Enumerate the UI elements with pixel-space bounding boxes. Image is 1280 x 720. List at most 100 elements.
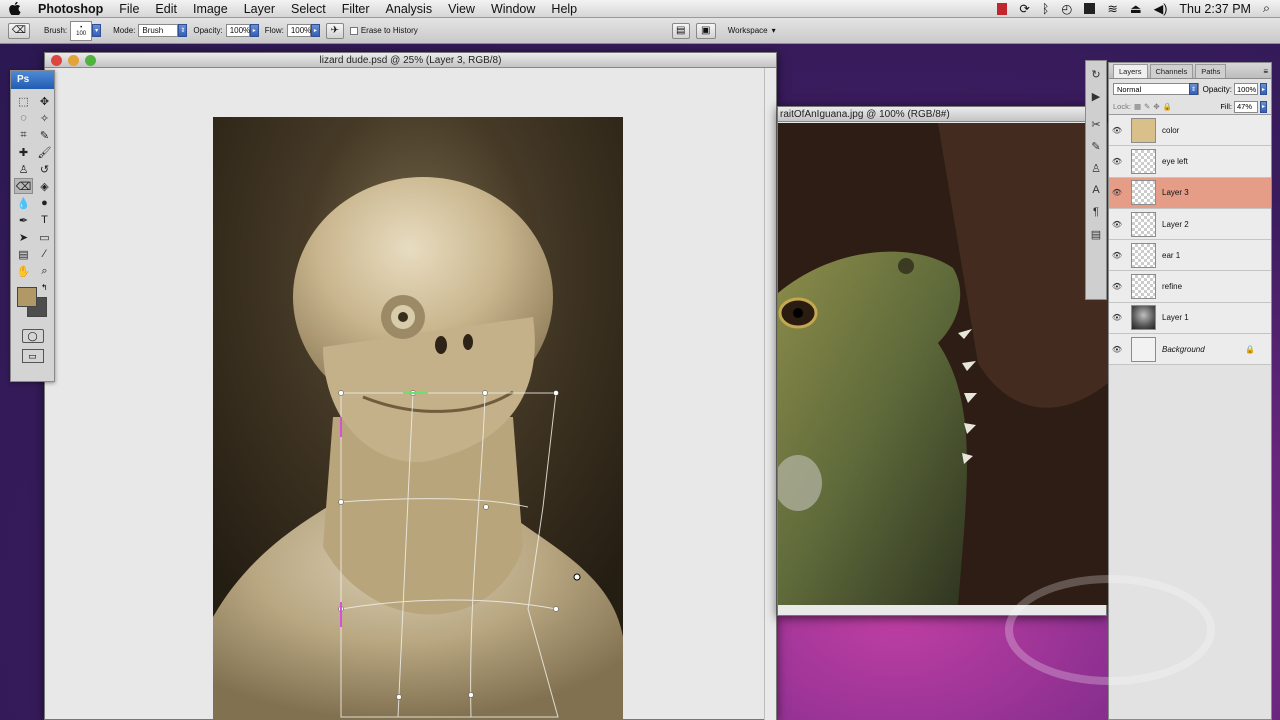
crop-tool-icon[interactable]: ⌗ [14,127,33,143]
workspace-menu[interactable]: Workspace ▾ [728,26,776,35]
lasso-tool-icon[interactable]: ◌ [14,110,33,126]
pen-tool-icon[interactable]: ✒ [14,212,33,228]
airbrush-icon[interactable]: ✈ [325,22,344,39]
clock[interactable]: Thu 2:37 PM [1179,2,1251,16]
mode-select[interactable]: Brush [138,24,179,37]
marquee-tool-icon[interactable]: ⬚ [14,93,33,109]
paragraph-panel-icon[interactable]: ¶ [1087,203,1105,221]
visibility-eye-icon[interactable]: 👁 [1109,345,1125,354]
time-machine-icon[interactable]: ◴ [1061,1,1072,16]
actions-panel-icon[interactable]: ▶ [1087,87,1105,105]
opacity-input[interactable]: 100% [225,24,250,37]
shape-tool-icon[interactable]: ▭ [35,229,54,245]
visibility-eye-icon[interactable]: 👁 [1109,220,1125,229]
visibility-eye-icon[interactable]: 👁 [1109,157,1125,166]
layer-row[interactable]: 👁 color [1109,115,1271,147]
menu-filter[interactable]: Filter [334,2,378,16]
eraser-tool-preset[interactable]: ⌫ [8,22,30,39]
screen-mode-button[interactable]: ▭ [11,349,54,363]
opacity-slider-icon[interactable]: ▸ [249,24,259,37]
visibility-eye-icon[interactable]: 👁 [1109,251,1125,260]
minimize-window-icon[interactable] [68,55,79,66]
layer-row[interactable]: 👁 Background 🔒 [1109,334,1271,366]
spaces-icon[interactable] [1084,3,1096,14]
hand-tool-icon[interactable]: ✋ [14,263,33,279]
flow-slider-icon[interactable]: ▸ [310,24,320,37]
history-panel-icon[interactable]: ↻ [1087,65,1105,83]
visibility-eye-icon[interactable]: 👁 [1109,188,1125,197]
iguana-canvas[interactable] [778,123,1108,605]
quick-mask-button[interactable]: ◯ [11,329,54,343]
path-selection-tool-icon[interactable]: ➤ [14,229,33,245]
lock-transparent-icon[interactable]: ▦ [1134,102,1141,111]
clone-source-icon[interactable]: ♙ [1087,159,1105,177]
document-vertical-scrollbar[interactable] [764,68,776,720]
layer-row[interactable]: 👁 Layer 2 [1109,208,1271,241]
eyedropper-tool-icon[interactable]: ✎ [35,127,54,143]
layer-row[interactable]: 👁 refine [1109,271,1271,303]
apple-icon[interactable] [0,2,30,15]
panel-menu-icon[interactable]: ≡ [1263,67,1271,78]
blend-mode-select[interactable]: Normal ⇕ [1113,83,1199,95]
visibility-eye-icon[interactable]: 👁 [1109,282,1125,291]
foreground-color-swatch[interactable] [17,287,37,307]
dodge-tool-icon[interactable]: ● [35,195,54,211]
healing-brush-tool-icon[interactable]: ✚ [14,144,33,160]
lizard-canvas[interactable] [213,117,623,720]
menu-view[interactable]: View [440,2,483,16]
tab-channels[interactable]: Channels [1149,64,1194,78]
type-tool-icon[interactable]: T [35,212,54,228]
tab-paths[interactable]: Paths [1195,64,1227,78]
menu-window[interactable]: Window [483,2,543,16]
clone-stamp-tool-icon[interactable]: ♙ [14,161,33,177]
iguana-title-bar[interactable]: raitOfAnIguana.jpg @ 100% (RGB/8#) [778,107,1106,122]
layer-row[interactable]: 👁 Layer 3 [1109,177,1271,209]
layer-comps-icon[interactable]: ▤ [1087,225,1105,243]
visibility-eye-icon[interactable]: 👁 [1109,126,1125,135]
tool-presets-icon[interactable]: ✂ [1087,115,1105,133]
menu-analysis[interactable]: Analysis [378,2,441,16]
flow-input[interactable]: 100% [286,24,311,37]
volume-icon[interactable]: ◀) [1154,1,1168,16]
palette-well-icon[interactable]: ▤ [671,22,690,39]
fill-input[interactable]: 47% [1234,100,1258,113]
menu-help[interactable]: Help [543,2,585,16]
close-window-icon[interactable] [51,55,62,66]
menu-edit[interactable]: Edit [147,2,185,16]
brush-dropdown-icon[interactable]: ▾ [92,24,102,37]
bluetooth-icon[interactable]: ᛒ [1042,2,1050,16]
layer-row[interactable]: 👁 ear 1 [1109,240,1271,272]
spotlight-search-icon[interactable]: ⌕ [1263,1,1270,16]
menu-layer[interactable]: Layer [236,2,283,16]
character-panel-icon[interactable]: A [1087,181,1105,199]
layer-row[interactable]: 👁 Layer 1 [1109,302,1271,335]
brush-picker[interactable]: • 100 [70,20,93,41]
tab-layers[interactable]: Layers [1113,64,1148,78]
wifi-icon[interactable]: ≋ [1107,1,1117,16]
layer-opacity-input[interactable]: 100% [1234,83,1258,95]
menu-image[interactable]: Image [185,2,236,16]
menu-file[interactable]: File [111,2,147,16]
brushes-panel-icon[interactable]: ✎ [1087,137,1105,155]
swap-colors-icon[interactable]: ↰ [41,283,48,292]
lock-image-icon[interactable]: ✎ [1144,102,1150,111]
lock-position-icon[interactable]: ✥ [1153,102,1159,111]
eject-icon[interactable]: ⏏ [1130,1,1142,16]
menu-select[interactable]: Select [283,2,334,16]
zoom-window-icon[interactable] [85,55,96,66]
history-brush-tool-icon[interactable]: ↺ [35,161,54,177]
eraser-icon[interactable]: ⌫ [8,22,30,39]
fill-slider-icon[interactable]: ▸ [1260,100,1267,113]
lock-all-icon[interactable]: 🔒 [1163,102,1172,111]
color-sampler-tool-icon[interactable]: ⁄ [35,246,54,262]
zoom-tool-icon[interactable]: ⌕ [35,263,54,279]
erase-history-checkbox[interactable] [349,26,358,35]
blur-tool-icon[interactable]: 💧 [14,195,33,211]
sync-icon[interactable]: ⟳ [1019,1,1029,16]
layer-opacity-slider-icon[interactable]: ▸ [1260,83,1267,95]
layer-row[interactable]: 👁 eye left [1109,146,1271,178]
eraser-tool-icon[interactable]: ⌫ [14,178,33,194]
brush-tool-icon[interactable]: 🖌 [35,144,54,160]
magic-wand-tool-icon[interactable]: ✧ [35,110,54,126]
move-tool-icon[interactable]: ✥ [35,93,54,109]
